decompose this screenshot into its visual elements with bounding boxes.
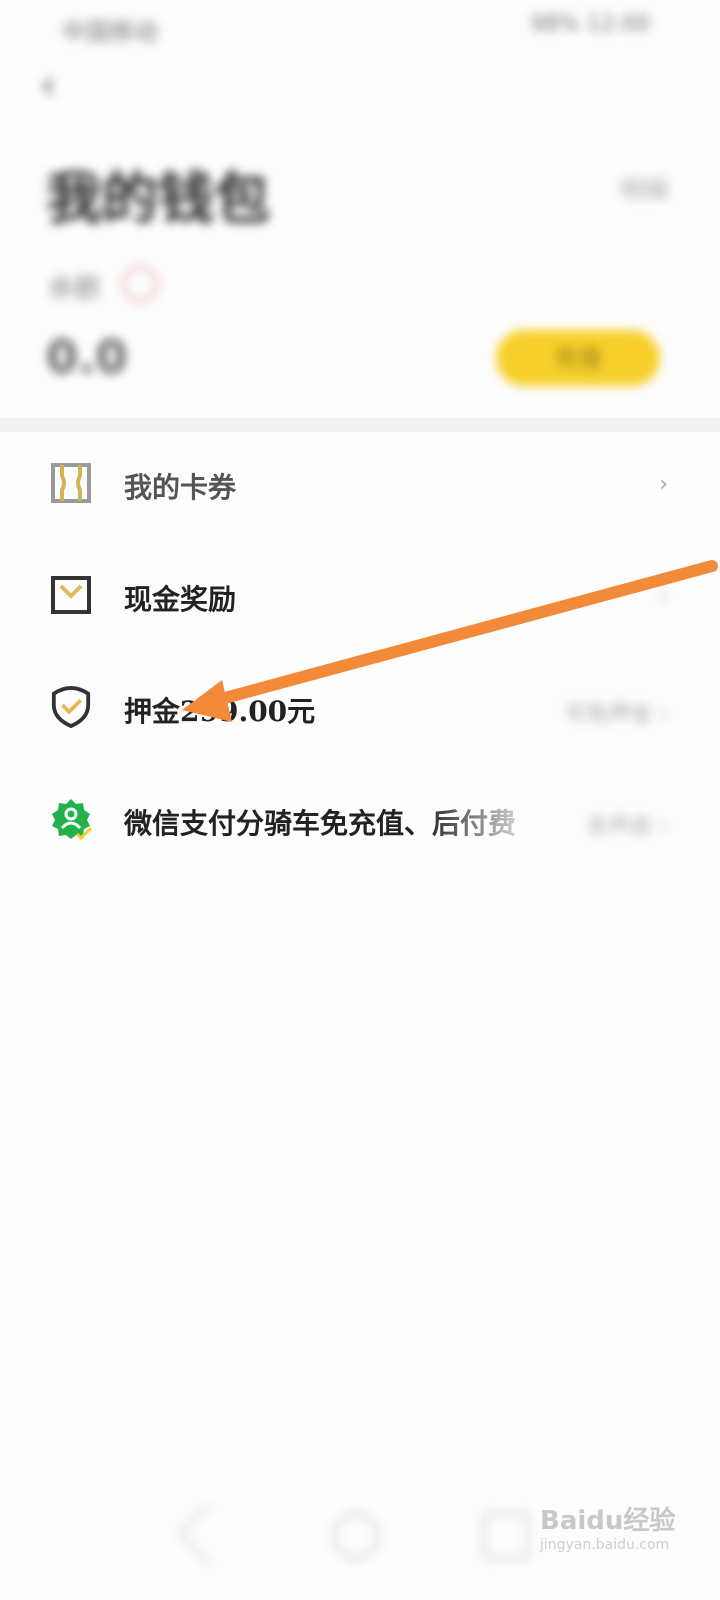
watermark-logo: Baidu经验 <box>540 1506 676 1536</box>
deposit-status: 可免押金 › <box>564 702 668 727</box>
chevron-right-icon: › <box>659 472 668 497</box>
menu-label-wechat-pay-score: 微信支付分骑车免充值、后付费 <box>124 807 517 840</box>
wechat-pay-badge-icon <box>52 799 92 840</box>
detail-link[interactable]: 明细 <box>620 170 668 205</box>
back-icon[interactable]: ‹ <box>40 62 56 108</box>
page-title: 我的钱包 <box>46 167 270 232</box>
chevron-right-icon: › <box>659 584 668 609</box>
section-divider <box>0 418 720 432</box>
status-bar: 中国移动 98% 12:00 <box>0 0 720 50</box>
watermark-site: jingyan.baidu.com <box>540 1537 670 1553</box>
ticket-icon <box>51 463 91 503</box>
balance-label: 余额 <box>48 274 101 304</box>
menu-label-cash-rewards: 现金奖励 <box>124 583 237 616</box>
nav-back-button[interactable] <box>176 1502 240 1566</box>
nav-recents-button[interactable] <box>482 1512 530 1560</box>
menu-label-coupons: 我的卡券 <box>124 471 237 504</box>
carrier-label: 中国移动 <box>62 18 158 46</box>
info-icon[interactable] <box>122 266 158 302</box>
wallet-header: 我的钱包 明细 余额 0.0 充值 <box>0 110 720 420</box>
wechat-pay-status: 去开启 › <box>586 814 668 839</box>
balance-value: 0.0 <box>46 330 128 384</box>
status-indicators: 98% 12:00 <box>530 12 650 37</box>
menu-item-cash-rewards[interactable]: 现金奖励 › <box>0 548 720 648</box>
watermark: Baidu经验 jingyan.baidu.com <box>540 1500 680 1560</box>
menu-item-wechat-pay-score[interactable]: 微信支付分骑车免充值、后付费 去开启 › <box>0 772 720 872</box>
envelope-icon <box>51 576 91 614</box>
recharge-button[interactable]: 充值 <box>496 330 660 386</box>
nav-home-button[interactable] <box>332 1512 380 1560</box>
menu-item-deposit[interactable]: 押金299.00元 可免押金 › <box>0 660 720 760</box>
shield-check-icon <box>51 686 91 728</box>
menu-item-coupons[interactable]: 我的卡券 › <box>0 436 720 536</box>
menu-label-deposit: 押金299.00元 <box>124 695 316 728</box>
